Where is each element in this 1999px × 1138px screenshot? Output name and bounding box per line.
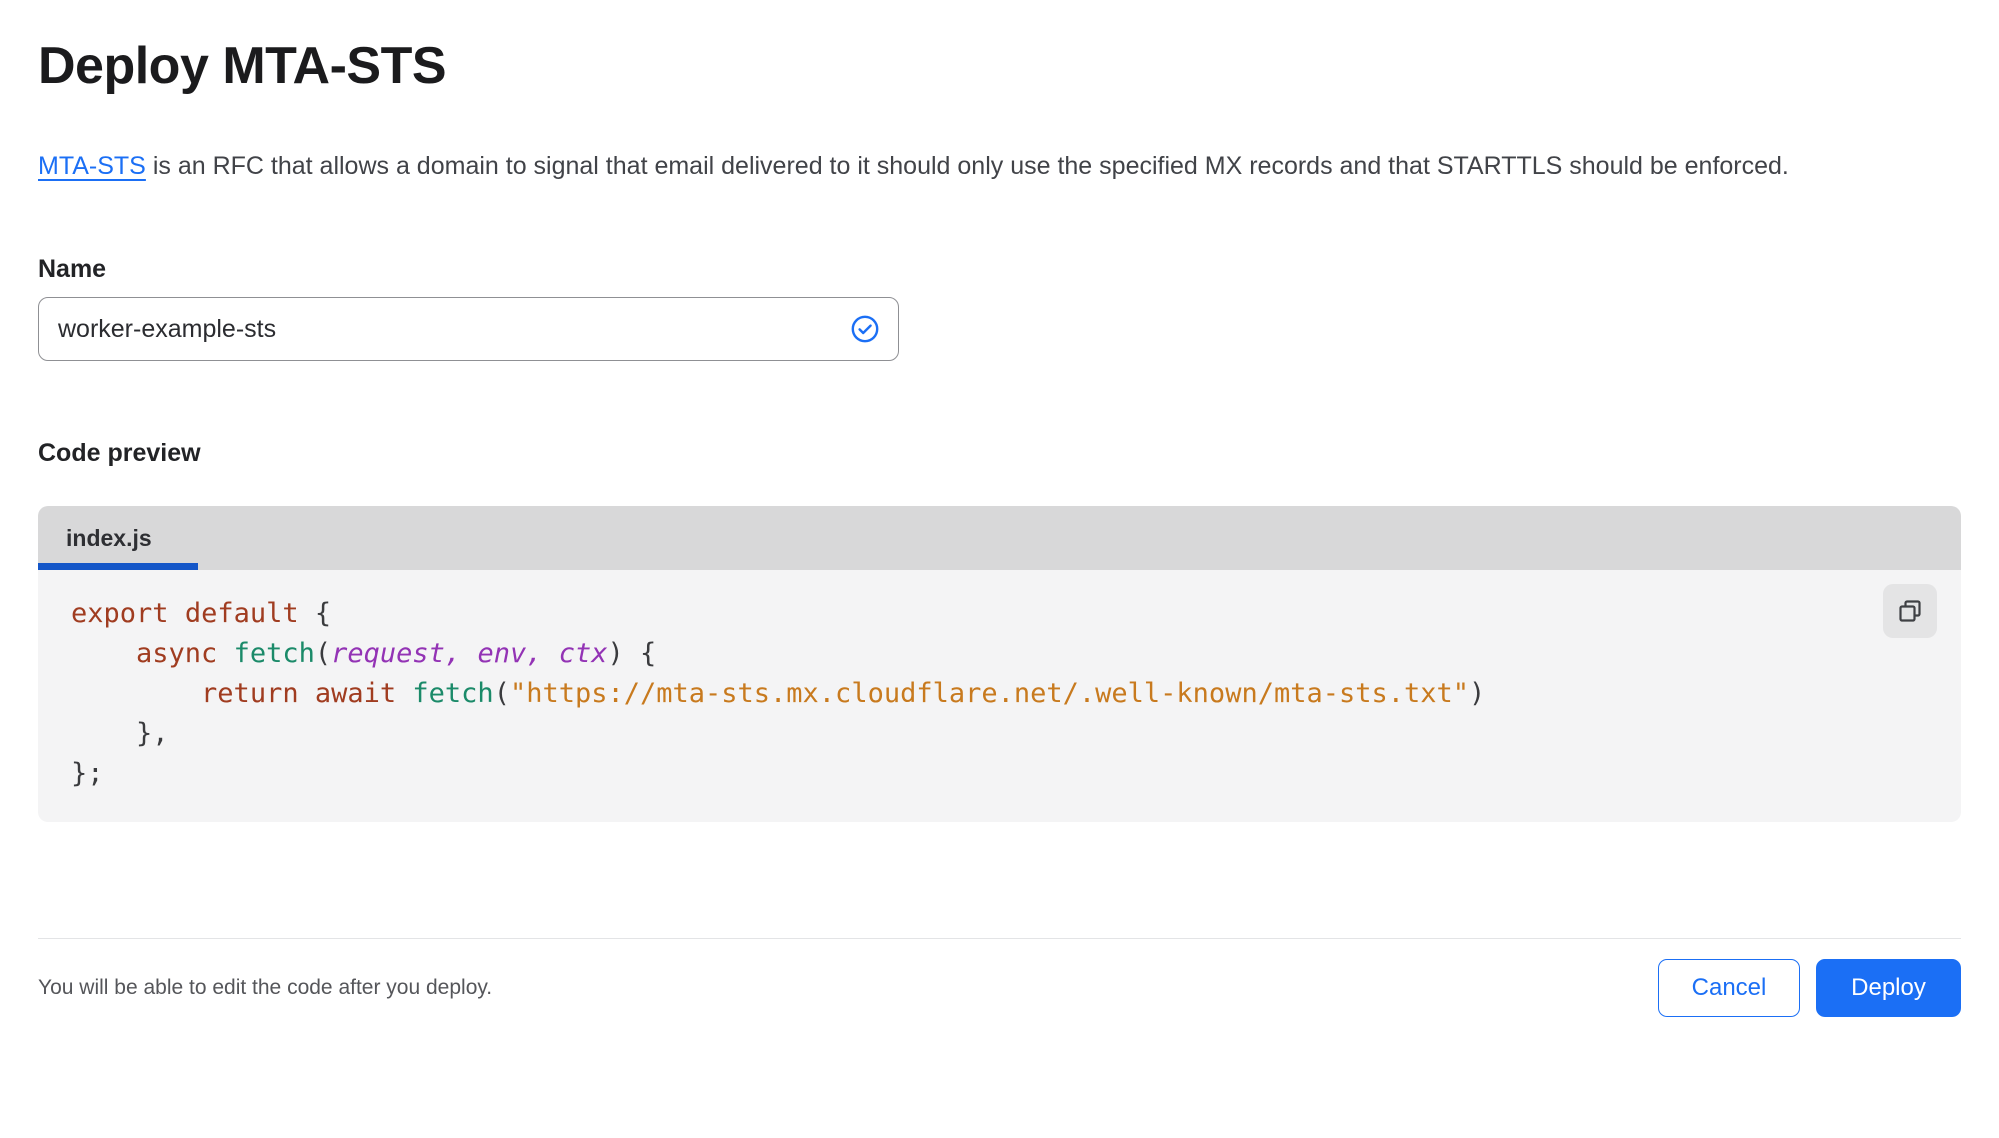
code-line: return await fetch("https://mta-sts.mx.c… — [201, 678, 1486, 709]
code-tab-bar: index.js — [38, 506, 1961, 570]
copy-icon — [1899, 600, 1921, 622]
code-lines: export default { async fetch(request, en… — [38, 594, 1961, 794]
name-label: Name — [38, 255, 107, 283]
mta-sts-link[interactable]: MTA-STS — [38, 152, 146, 180]
footer-divider — [38, 938, 1961, 939]
code-preview-card: index.js export default { async fetch(re… — [38, 506, 1961, 822]
description-text: MTA-STS is an RFC that allows a domain t… — [38, 144, 1938, 189]
footer: You will be able to edit the code after … — [38, 959, 1961, 1017]
footer-note: You will be able to edit the code after … — [38, 976, 493, 999]
description-rest: is an RFC that allows a domain to signal… — [145, 152, 1789, 180]
cancel-button[interactable]: Cancel — [1658, 959, 1800, 1017]
active-tab-underline — [38, 563, 198, 570]
tab-label: index.js — [66, 524, 152, 551]
code-line: async fetch(request, env, ctx) { — [136, 638, 657, 669]
code-line: export default { — [71, 598, 332, 629]
name-input-wrap — [38, 297, 899, 361]
copy-code-button[interactable] — [1883, 584, 1937, 638]
code-editor[interactable]: export default { async fetch(request, en… — [38, 570, 1961, 822]
footer-actions: Cancel Deploy — [1658, 959, 1961, 1017]
code-line: }, — [71, 718, 169, 749]
code-line: }; — [71, 758, 104, 789]
page-title: Deploy MTA-STS — [38, 37, 447, 95]
name-input[interactable] — [38, 297, 899, 361]
check-circle-icon — [851, 315, 879, 343]
deploy-button[interactable]: Deploy — [1816, 959, 1961, 1017]
tab-index-js[interactable]: index.js — [38, 506, 198, 570]
code-preview-label: Code preview — [38, 439, 201, 467]
deploy-mta-sts-page: Deploy MTA-STS MTA-STS is an RFC that al… — [0, 36, 1999, 1017]
